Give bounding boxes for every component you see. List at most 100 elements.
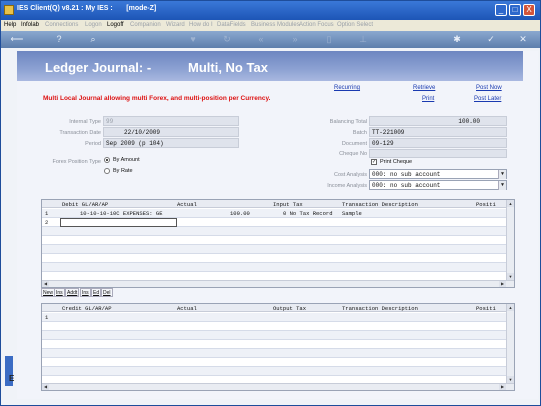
recurring-link[interactable]: Recurring [334,85,360,91]
menu-datafields[interactable]: DataFields [217,22,246,28]
heart-icon[interactable]: ♥ [187,33,199,45]
by-rate-radio[interactable] [104,168,110,174]
vertical-scrollbar[interactable]: ▲ ▼ [506,200,514,280]
tab-ins-2[interactable]: Ins [80,288,91,297]
row-number: 2 [45,219,49,226]
tax-cell[interactable]: 0 No Tax Record [283,210,333,217]
menu-business-modules[interactable]: Business Modules [251,22,300,28]
side-panel-icon: E [9,374,15,383]
table-row[interactable] [42,331,507,340]
table-row[interactable] [42,358,507,367]
tab-ed[interactable]: Ed [91,288,102,297]
actual-cell[interactable]: 100.00 [230,210,250,217]
gear-icon[interactable]: ✱ [451,33,463,45]
menu-connections[interactable]: Connections [45,22,78,28]
menu-action-focus[interactable]: Action Focus [299,22,334,28]
description-cell[interactable]: Sample [342,210,362,217]
scroll-right-icon[interactable]: ▶ [499,384,506,390]
table-row[interactable]: 2 [42,218,507,227]
close-icon[interactable]: ✕ [517,33,529,45]
scroll-down-icon[interactable]: ▼ [507,273,514,280]
internal-type-field[interactable]: 99 [103,116,239,126]
scroll-up-icon[interactable]: ▲ [507,200,514,207]
maximize-button[interactable]: □ [509,4,521,16]
table-row[interactable]: 1 10-10-10-10C EXPENSES: GE 100.00 0 No … [42,209,507,218]
print-cheque-checkbox[interactable]: ✓ [371,159,377,165]
tab-del[interactable]: Del [101,288,113,297]
col-actual: Actual [177,201,197,208]
income-analysis-select[interactable]: 000: no sub account ▼ [369,180,507,190]
menu-wizard[interactable]: Wizard [166,22,185,28]
back-icon[interactable]: ⟵ [7,33,27,45]
active-cell-editor[interactable] [60,218,177,227]
post-now-link[interactable]: Post Now [476,85,502,91]
cheque-no-field[interactable] [369,149,507,158]
scroll-left-icon[interactable]: ◀ [42,281,49,287]
table-row[interactable] [42,254,507,263]
menu-option-select[interactable]: Option Select [337,22,373,28]
minimize-button[interactable]: _ [495,4,507,16]
document-icon[interactable]: ▯ [323,33,335,45]
table-row[interactable] [42,340,507,349]
scroll-right-icon[interactable]: ▶ [499,281,506,287]
account-cell[interactable]: 10-10-10-10C EXPENSES: GE [80,210,163,217]
cost-analysis-select[interactable]: 000: no sub account ▼ [369,169,507,179]
horizontal-scrollbar[interactable]: ◀ ▶ [42,280,514,287]
table-row[interactable] [42,322,507,331]
batch-field[interactable]: TT-221009 [369,127,507,137]
table-row[interactable] [42,227,507,236]
document-field[interactable]: 09-129 [369,138,507,148]
menu-companion[interactable]: Companion [130,22,161,28]
vertical-scrollbar[interactable]: ▲ ▼ [506,304,514,383]
post-later-link[interactable]: Post Later [474,96,501,102]
horizontal-scrollbar[interactable]: ◀ ▶ [42,383,514,390]
help-icon[interactable]: ? [53,33,65,45]
check-icon[interactable]: ✓ [485,33,497,45]
transaction-date-field[interactable]: 22/10/2009 [103,127,239,137]
credit-grid[interactable]: Credit GL/AR/AP Actual Output Tax Transa… [41,303,515,391]
menu-how-do-i[interactable]: How do I [189,22,213,28]
debit-grid-header: Debit GL/AR/AP Actual Input Tax Transact… [42,200,514,208]
col-output-tax: Output Tax [273,305,307,312]
forward-icon[interactable]: » [289,33,301,45]
close-button[interactable]: X [523,4,535,16]
table-row[interactable] [42,367,507,376]
retrieve-link[interactable]: Retrieve [413,85,435,91]
title-bar: IES Client(Q) v8.21 : My IES : [mode-Z] … [1,1,540,20]
period-field[interactable]: Sep 2009 (p 104) [103,138,239,148]
tab-ins[interactable]: Ins [54,288,65,297]
scroll-up-icon[interactable]: ▲ [507,304,514,311]
page-title: Ledger Journal: - [45,60,152,75]
income-analysis-value: 000: no sub account [372,182,441,189]
menu-logon[interactable]: Logon [85,22,102,28]
internal-type-label: Internal Type [69,119,101,125]
table-row[interactable] [42,236,507,245]
by-amount-radio[interactable] [104,157,110,163]
tab-new[interactable]: New [41,288,56,297]
table-row[interactable] [42,263,507,272]
credit-grid-header: Credit GL/AR/AP Actual Output Tax Transa… [42,304,514,312]
table-row[interactable] [42,245,507,254]
chevron-down-icon[interactable]: ▼ [498,181,506,190]
document-label: Document [341,141,367,147]
menu-infolab[interactable]: Infolab [21,22,39,28]
chevron-down-icon[interactable]: ▼ [498,170,506,179]
table-row[interactable]: 1 [42,313,507,322]
table-row[interactable] [42,349,507,358]
cost-analysis-value: 000: no sub account [372,171,441,178]
menu-help[interactable]: Help [4,22,16,28]
rewind-icon[interactable]: « [255,33,267,45]
pin-icon[interactable]: ⊥ [357,33,369,45]
debit-grid[interactable]: Debit GL/AR/AP Actual Input Tax Transact… [41,199,515,288]
col-transaction-description: Transaction Description [342,201,418,208]
scroll-down-icon[interactable]: ▼ [507,376,514,383]
scroll-left-icon[interactable]: ◀ [42,384,49,390]
row-number: 1 [45,314,49,321]
menu-bar: Help Infolab Connections Logon Logoff Co… [1,20,540,31]
tab-addt[interactable]: Addt [65,288,80,297]
col-input-tax: Input Tax [273,201,303,208]
menu-logoff[interactable]: Logoff [107,22,124,28]
refresh-icon[interactable]: ↻ [221,33,233,45]
search-icon[interactable]: ⌕ [87,33,99,45]
print-link[interactable]: Print [422,96,434,102]
